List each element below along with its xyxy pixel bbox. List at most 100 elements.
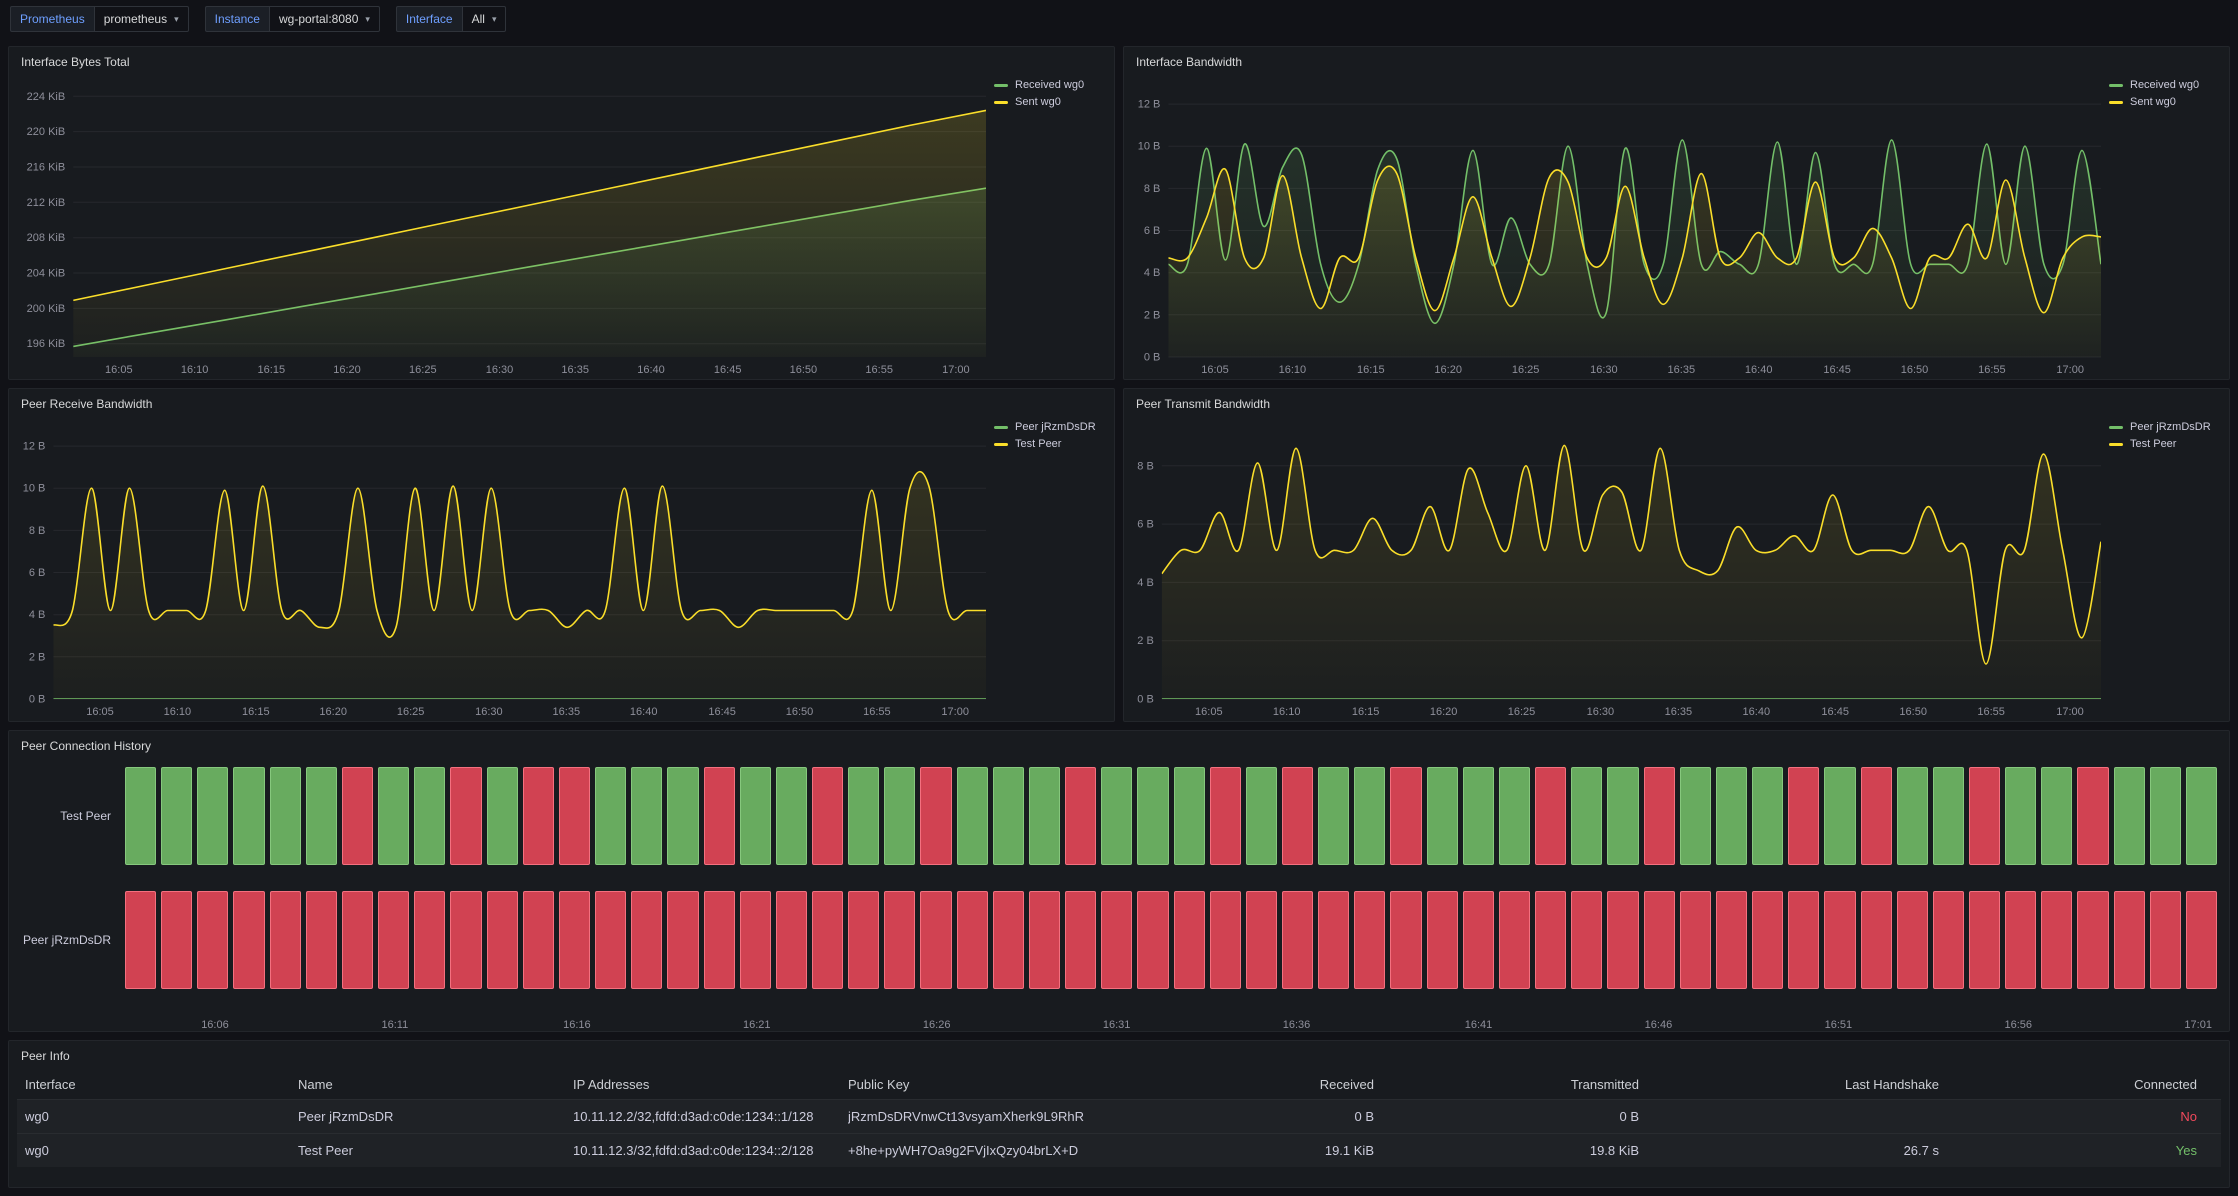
status-bar[interactable]: [1607, 767, 1638, 865]
status-bar[interactable]: [1644, 891, 1675, 989]
status-bar[interactable]: [1210, 891, 1241, 989]
column-header[interactable]: Name: [298, 1077, 573, 1092]
legend-item[interactable]: Sent wg0: [2109, 96, 2221, 108]
status-bar[interactable]: [1824, 891, 1855, 989]
status-bar[interactable]: [414, 891, 445, 989]
legend-item[interactable]: Test Peer: [994, 438, 1106, 450]
status-bar[interactable]: [993, 767, 1024, 865]
status-bar[interactable]: [920, 767, 951, 865]
legend-item[interactable]: Peer jRzmDsDR: [994, 421, 1106, 433]
status-bar[interactable]: [1788, 891, 1819, 989]
status-bar[interactable]: [306, 891, 337, 989]
status-bar[interactable]: [2005, 891, 2036, 989]
status-bar[interactable]: [1246, 767, 1277, 865]
status-bar[interactable]: [848, 767, 879, 865]
status-bar[interactable]: [2186, 891, 2217, 989]
status-bar[interactable]: [920, 891, 951, 989]
status-bar[interactable]: [1933, 891, 1964, 989]
status-bar[interactable]: [1535, 891, 1566, 989]
status-bar[interactable]: [776, 767, 807, 865]
status-bar[interactable]: [523, 767, 554, 865]
interface-bandwidth-chart[interactable]: 0 B2 B4 B6 B8 B10 B12 B16:0516:1016:1516…: [1124, 73, 2109, 379]
status-bar[interactable]: [884, 767, 915, 865]
status-bar[interactable]: [1029, 767, 1060, 865]
legend-item[interactable]: Peer jRzmDsDR: [2109, 421, 2221, 433]
interface-bytes-total-chart[interactable]: 196 KiB200 KiB204 KiB208 KiB212 KiB216 K…: [9, 73, 994, 379]
column-header[interactable]: Public Key: [848, 1077, 1140, 1092]
status-bar[interactable]: [631, 767, 662, 865]
status-bar[interactable]: [1752, 891, 1783, 989]
status-bar[interactable]: [414, 767, 445, 865]
status-bar[interactable]: [1644, 767, 1675, 865]
status-bar[interactable]: [378, 767, 409, 865]
panel-title[interactable]: Interface Bandwidth: [1124, 47, 2229, 73]
status-bar[interactable]: [1571, 767, 1602, 865]
status-bar[interactable]: [1318, 891, 1349, 989]
status-bar[interactable]: [595, 891, 626, 989]
status-bar[interactable]: [1535, 767, 1566, 865]
legend-item[interactable]: Test Peer: [2109, 438, 2221, 450]
status-bar[interactable]: [559, 891, 590, 989]
status-bar[interactable]: [1354, 891, 1385, 989]
status-bar[interactable]: [1933, 767, 1964, 865]
status-bar[interactable]: [1174, 891, 1205, 989]
status-bar[interactable]: [1101, 767, 1132, 865]
status-bar[interactable]: [1137, 767, 1168, 865]
status-bar[interactable]: [1499, 891, 1530, 989]
variable-prometheus-select[interactable]: prometheus ▾: [94, 6, 189, 32]
status-bar[interactable]: [1716, 767, 1747, 865]
status-bar[interactable]: [1499, 767, 1530, 865]
variable-instance-label[interactable]: Instance: [205, 6, 269, 32]
status-bar[interactable]: [1680, 767, 1711, 865]
legend-item[interactable]: Sent wg0: [994, 96, 1106, 108]
status-bar[interactable]: [1861, 891, 1892, 989]
status-bar[interactable]: [704, 891, 735, 989]
status-bar[interactable]: [1427, 891, 1458, 989]
peer-receive-bandwidth-chart[interactable]: 0 B2 B4 B6 B8 B10 B12 B16:0516:1016:1516…: [9, 415, 994, 721]
status-bar[interactable]: [667, 891, 698, 989]
status-bar[interactable]: [487, 891, 518, 989]
status-bar[interactable]: [1246, 891, 1277, 989]
status-bar[interactable]: [1716, 891, 1747, 989]
status-bar[interactable]: [161, 767, 192, 865]
status-bar[interactable]: [812, 891, 843, 989]
status-bar[interactable]: [595, 767, 626, 865]
status-bar[interactable]: [884, 891, 915, 989]
status-bar[interactable]: [125, 767, 156, 865]
status-bar[interactable]: [1065, 891, 1096, 989]
status-bar[interactable]: [306, 767, 337, 865]
status-bar[interactable]: [1861, 767, 1892, 865]
status-bar[interactable]: [1318, 767, 1349, 865]
status-bar[interactable]: [848, 891, 879, 989]
status-bar[interactable]: [270, 767, 301, 865]
status-bar[interactable]: [342, 891, 373, 989]
status-bar[interactable]: [776, 891, 807, 989]
status-bar[interactable]: [2186, 767, 2217, 865]
status-bar[interactable]: [1788, 767, 1819, 865]
status-bar[interactable]: [704, 767, 735, 865]
status-bar[interactable]: [1571, 891, 1602, 989]
panel-title[interactable]: Interface Bytes Total: [9, 47, 1114, 73]
status-bar[interactable]: [233, 767, 264, 865]
status-bar[interactable]: [2114, 767, 2145, 865]
variable-prometheus-label[interactable]: Prometheus: [10, 6, 94, 32]
status-bar[interactable]: [1897, 767, 1928, 865]
status-bar[interactable]: [1969, 767, 2000, 865]
status-bar[interactable]: [1065, 767, 1096, 865]
status-bar[interactable]: [125, 891, 156, 989]
legend-item[interactable]: Received wg0: [994, 79, 1106, 91]
status-bar[interactable]: [740, 767, 771, 865]
peer-transmit-bandwidth-chart[interactable]: 0 B2 B4 B6 B8 B16:0516:1016:1516:2016:25…: [1124, 415, 2109, 721]
status-bar[interactable]: [1752, 767, 1783, 865]
status-bar[interactable]: [1282, 767, 1313, 865]
status-bar[interactable]: [1824, 767, 1855, 865]
status-bar[interactable]: [1354, 767, 1385, 865]
status-bar[interactable]: [1969, 891, 2000, 989]
panel-title[interactable]: Peer Receive Bandwidth: [9, 389, 1114, 415]
status-bar[interactable]: [1137, 891, 1168, 989]
status-bar[interactable]: [812, 767, 843, 865]
column-header[interactable]: IP Addresses: [573, 1077, 848, 1092]
status-bar[interactable]: [1680, 891, 1711, 989]
panel-title[interactable]: Peer Info: [9, 1041, 2229, 1067]
status-bar[interactable]: [1282, 891, 1313, 989]
